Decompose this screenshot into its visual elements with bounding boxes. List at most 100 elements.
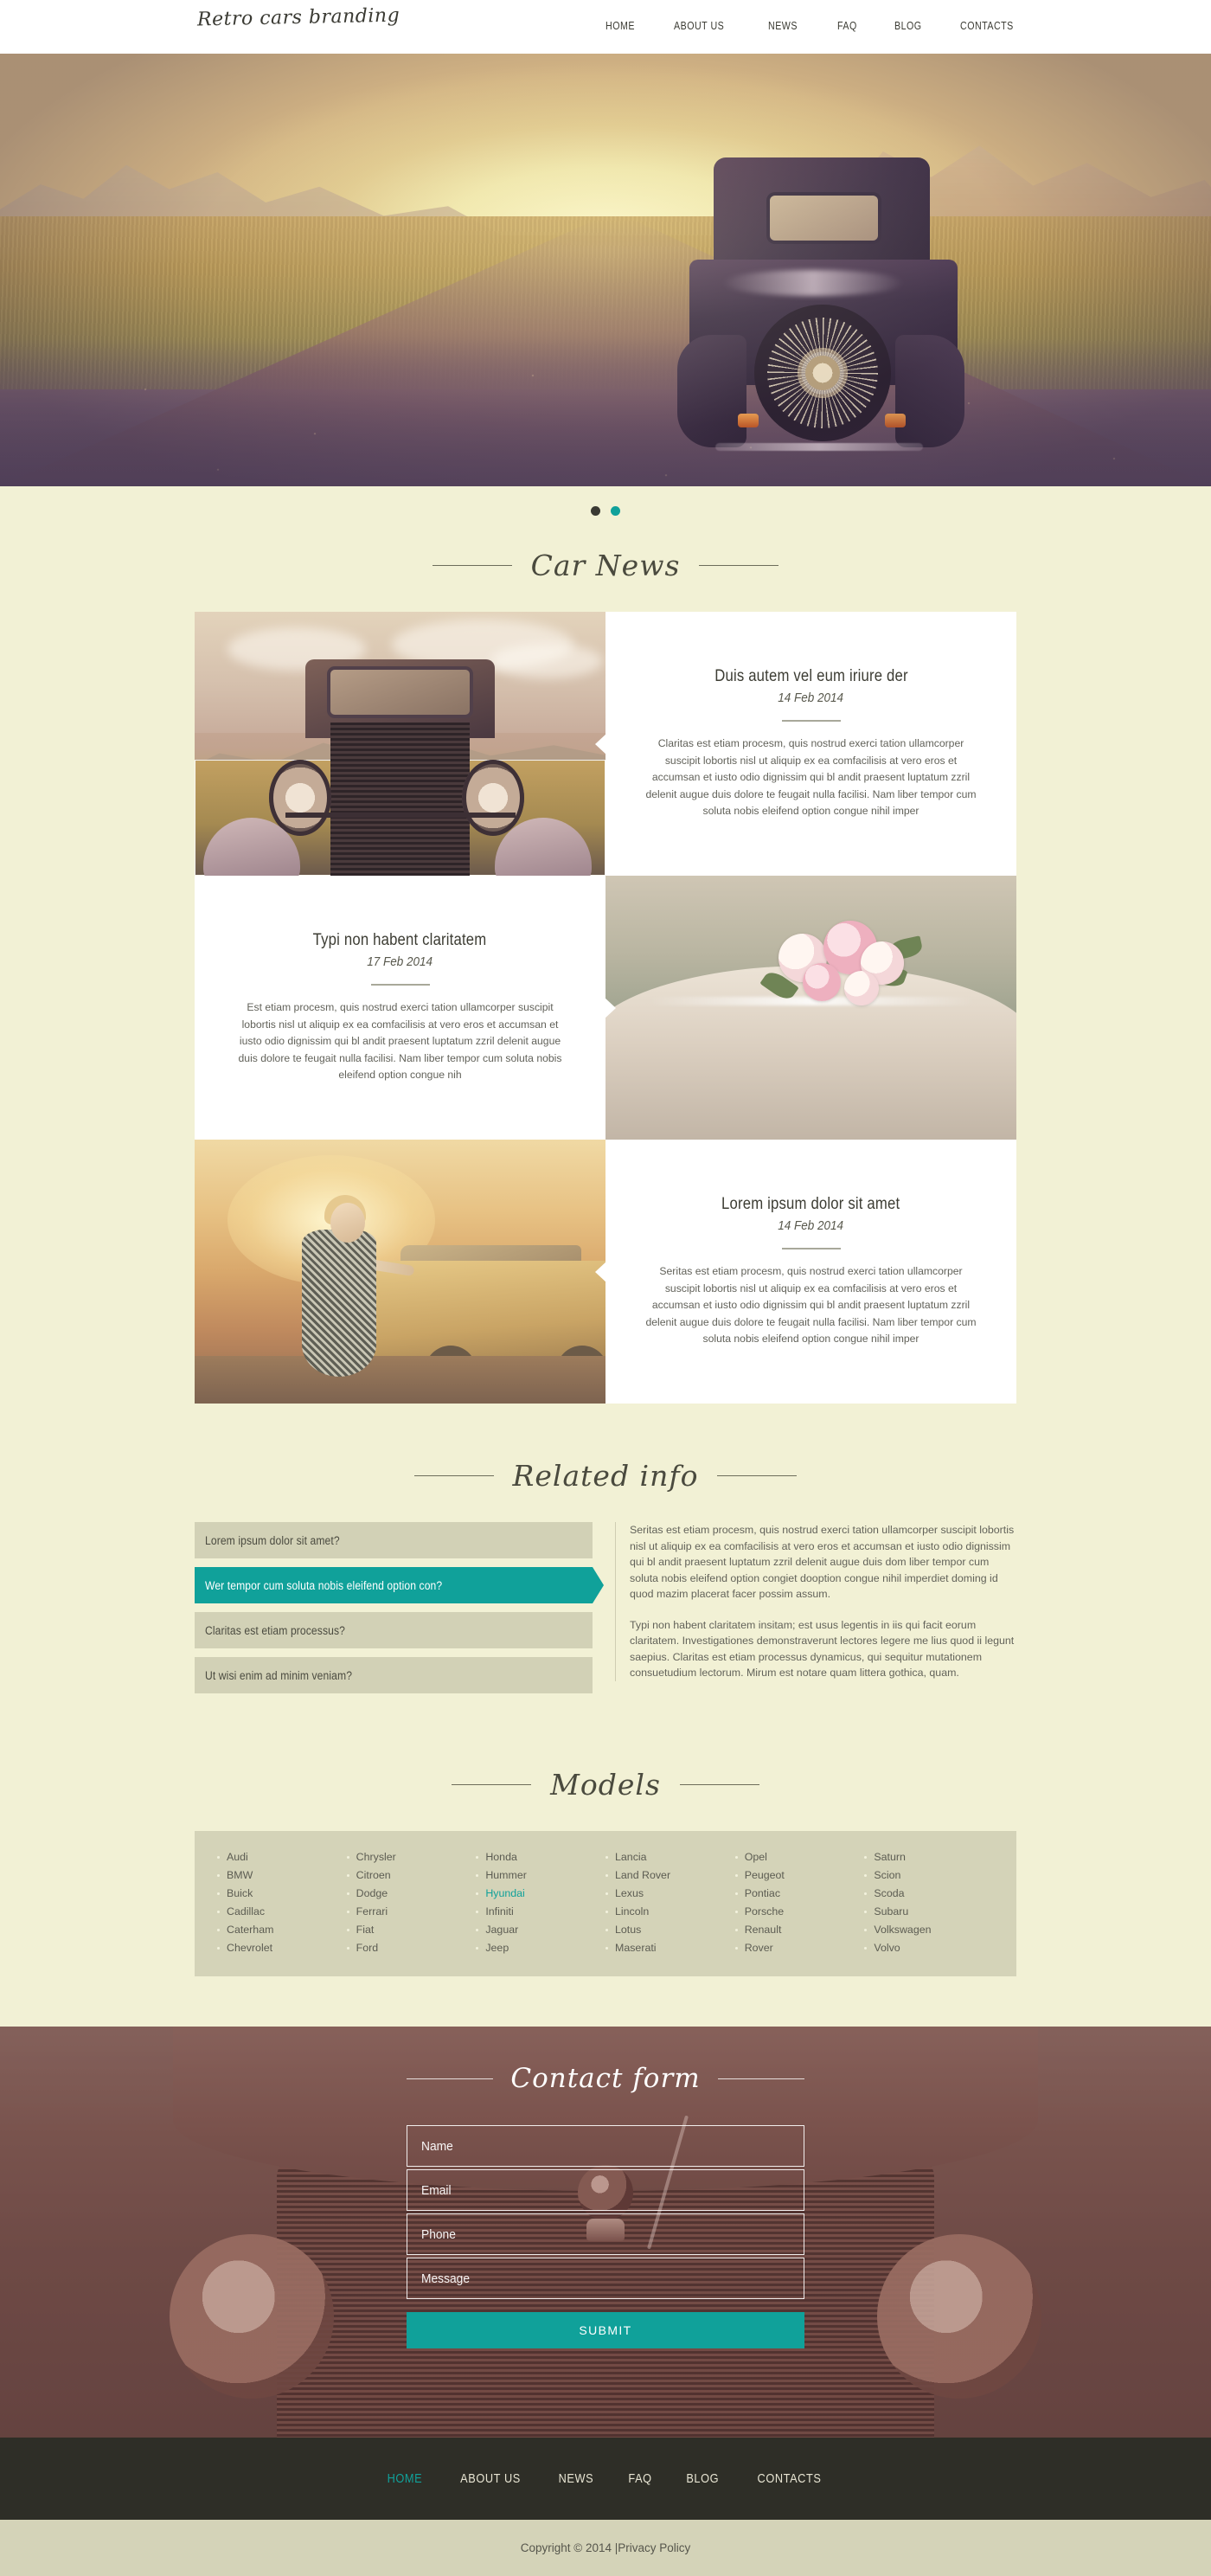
model-item-active[interactable]: Hyundai bbox=[476, 1885, 606, 1903]
news-image-retro-lady-car[interactable] bbox=[195, 1140, 606, 1404]
model-item[interactable]: Opel bbox=[734, 1848, 865, 1866]
model-item[interactable]: Ford bbox=[346, 1939, 477, 1957]
model-item[interactable]: Volvo bbox=[864, 1939, 994, 1957]
model-item[interactable]: Honda bbox=[476, 1848, 606, 1866]
model-label: Buick bbox=[227, 1887, 253, 1899]
model-label: Volkswagen bbox=[874, 1924, 932, 1936]
model-item[interactable]: Scion bbox=[864, 1866, 994, 1885]
model-label: Ferrari bbox=[356, 1905, 388, 1918]
site-logo[interactable]: Retro cars branding bbox=[197, 5, 400, 31]
news-image-wedding-car-roses[interactable] bbox=[606, 876, 1016, 1140]
accordion-item-2-active[interactable]: Wer tempor cum soluta nobis eleifend opt… bbox=[195, 1567, 604, 1603]
model-item[interactable]: Land Rover bbox=[606, 1866, 735, 1885]
model-label: Dodge bbox=[356, 1887, 388, 1899]
bullet-icon bbox=[864, 1929, 868, 1931]
model-item[interactable]: Porsche bbox=[734, 1903, 865, 1921]
models-panel: Audi BMW Buick Cadillac Caterham Chevrol… bbox=[195, 1831, 1016, 1976]
model-item[interactable]: Audi bbox=[217, 1848, 347, 1866]
nav-item-home[interactable]: HOME bbox=[606, 19, 635, 32]
slider-dot-2[interactable] bbox=[611, 505, 620, 516]
nav-item-about-us[interactable]: ABOUT US bbox=[674, 19, 724, 32]
model-item[interactable]: Saturn bbox=[864, 1848, 994, 1866]
model-item[interactable]: Volkswagen bbox=[864, 1921, 994, 1939]
model-label: Rover bbox=[744, 1942, 773, 1954]
nav-item-news[interactable]: NEWS bbox=[768, 19, 798, 32]
contact-form: Contact form Name Email Phone Message SU… bbox=[407, 2027, 804, 2348]
message-field[interactable]: Message bbox=[407, 2258, 804, 2299]
email-field[interactable]: Email bbox=[407, 2169, 804, 2211]
accordion-label: Claritas est etiam processus? bbox=[205, 1623, 345, 1637]
model-item[interactable]: Maserati bbox=[606, 1939, 735, 1957]
news-separator bbox=[370, 984, 430, 986]
model-item[interactable]: Renault bbox=[734, 1921, 865, 1939]
accordion-label: Lorem ipsum dolor sit amet? bbox=[205, 1533, 340, 1547]
model-item[interactable]: Pontiac bbox=[734, 1885, 865, 1903]
model-item[interactable]: Lincoln bbox=[606, 1903, 735, 1921]
model-item[interactable]: Peugeot bbox=[734, 1866, 865, 1885]
model-item[interactable]: Rover bbox=[734, 1939, 865, 1957]
model-item[interactable]: Subaru bbox=[864, 1903, 994, 1921]
model-item[interactable]: Caterham bbox=[217, 1921, 347, 1939]
model-item[interactable]: BMW bbox=[217, 1866, 347, 1885]
footer-nav-item-contacts[interactable]: CONTACTS bbox=[757, 2471, 821, 2486]
model-item[interactable]: Lexus bbox=[606, 1885, 735, 1903]
footer-nav-item-blog[interactable]: BLOG bbox=[686, 2471, 719, 2486]
model-item[interactable]: Fiat bbox=[346, 1921, 477, 1939]
nav-item-faq[interactable]: FAQ bbox=[837, 19, 857, 32]
model-label: Jaguar bbox=[485, 1924, 519, 1936]
phone-field-placeholder: Phone bbox=[421, 2226, 456, 2242]
model-item[interactable]: Scoda bbox=[864, 1885, 994, 1903]
model-item[interactable]: Lotus bbox=[606, 1921, 735, 1939]
name-field[interactable]: Name bbox=[407, 2125, 804, 2167]
model-item[interactable]: Buick bbox=[217, 1885, 347, 1903]
footer-nav-item-faq[interactable]: FAQ bbox=[628, 2471, 651, 2486]
name-field-placeholder: Name bbox=[421, 2138, 453, 2154]
footer-nav-item-news[interactable]: NEWS bbox=[559, 2471, 594, 2486]
copyright-bar: Copyright © 2014 | Privacy Policy bbox=[0, 2520, 1211, 2576]
news-date: 14 Feb 2014 bbox=[778, 691, 844, 706]
model-item[interactable]: Lancia bbox=[606, 1848, 735, 1866]
submit-button[interactable]: SUBMIT bbox=[407, 2312, 804, 2348]
model-label: Jeep bbox=[485, 1942, 509, 1954]
hero-slider[interactable] bbox=[0, 54, 1211, 486]
model-item[interactable]: Chrysler bbox=[346, 1848, 477, 1866]
accordion-item-3[interactable]: Claritas est etiam processus? bbox=[195, 1612, 593, 1648]
model-item[interactable]: Cadillac bbox=[217, 1903, 347, 1921]
footer-nav-item-about-us[interactable]: ABOUT US bbox=[460, 2471, 521, 2486]
accordion-item-1[interactable]: Lorem ipsum dolor sit amet? bbox=[195, 1522, 593, 1558]
bullet-icon bbox=[864, 1856, 868, 1859]
model-item[interactable]: Infiniti bbox=[476, 1903, 606, 1921]
model-item[interactable]: Chevrolet bbox=[217, 1939, 347, 1957]
privacy-policy-link[interactable]: Privacy Policy bbox=[618, 2541, 690, 2554]
slider-dot-1[interactable] bbox=[591, 505, 600, 516]
news-image-vintage-car-front[interactable] bbox=[195, 612, 606, 876]
model-label: Fiat bbox=[356, 1924, 375, 1936]
model-label: Chrysler bbox=[356, 1851, 396, 1863]
slider-pagination bbox=[0, 486, 1211, 535]
accordion-item-4[interactable]: Ut wisi enim ad minim veniam? bbox=[195, 1657, 593, 1693]
model-label: Volvo bbox=[874, 1942, 900, 1954]
phone-field[interactable]: Phone bbox=[407, 2213, 804, 2255]
contact-section: Contact form Name Email Phone Message SU… bbox=[0, 2027, 1211, 2438]
models-column-5: Opel Peugeot Pontiac Porsche Renault Rov… bbox=[734, 1848, 865, 1957]
nav-item-contacts[interactable]: CONTACTS bbox=[960, 19, 1014, 32]
section-header-models: Models bbox=[0, 1702, 1211, 1831]
bullet-icon bbox=[606, 1892, 609, 1895]
bullet-icon bbox=[346, 1892, 349, 1895]
news-separator bbox=[781, 720, 841, 723]
model-item[interactable]: Dodge bbox=[346, 1885, 477, 1903]
accordion-label: Wer tempor cum soluta nobis eleifend opt… bbox=[205, 1578, 443, 1592]
bullet-icon bbox=[346, 1856, 349, 1859]
bullet-icon bbox=[606, 1911, 609, 1913]
model-item[interactable]: Citroen bbox=[346, 1866, 477, 1885]
news-date: 14 Feb 2014 bbox=[778, 1218, 844, 1234]
model-item[interactable]: Ferrari bbox=[346, 1903, 477, 1921]
divider-line-right bbox=[679, 1784, 759, 1785]
model-item[interactable]: Jeep bbox=[476, 1939, 606, 1957]
model-item[interactable]: Hummer bbox=[476, 1866, 606, 1885]
bullet-icon bbox=[606, 1929, 609, 1931]
nav-item-blog[interactable]: BLOG bbox=[894, 19, 922, 32]
model-item[interactable]: Jaguar bbox=[476, 1921, 606, 1939]
footer-nav-item-home[interactable]: HOME bbox=[388, 2471, 423, 2486]
bullet-icon bbox=[734, 1947, 738, 1950]
